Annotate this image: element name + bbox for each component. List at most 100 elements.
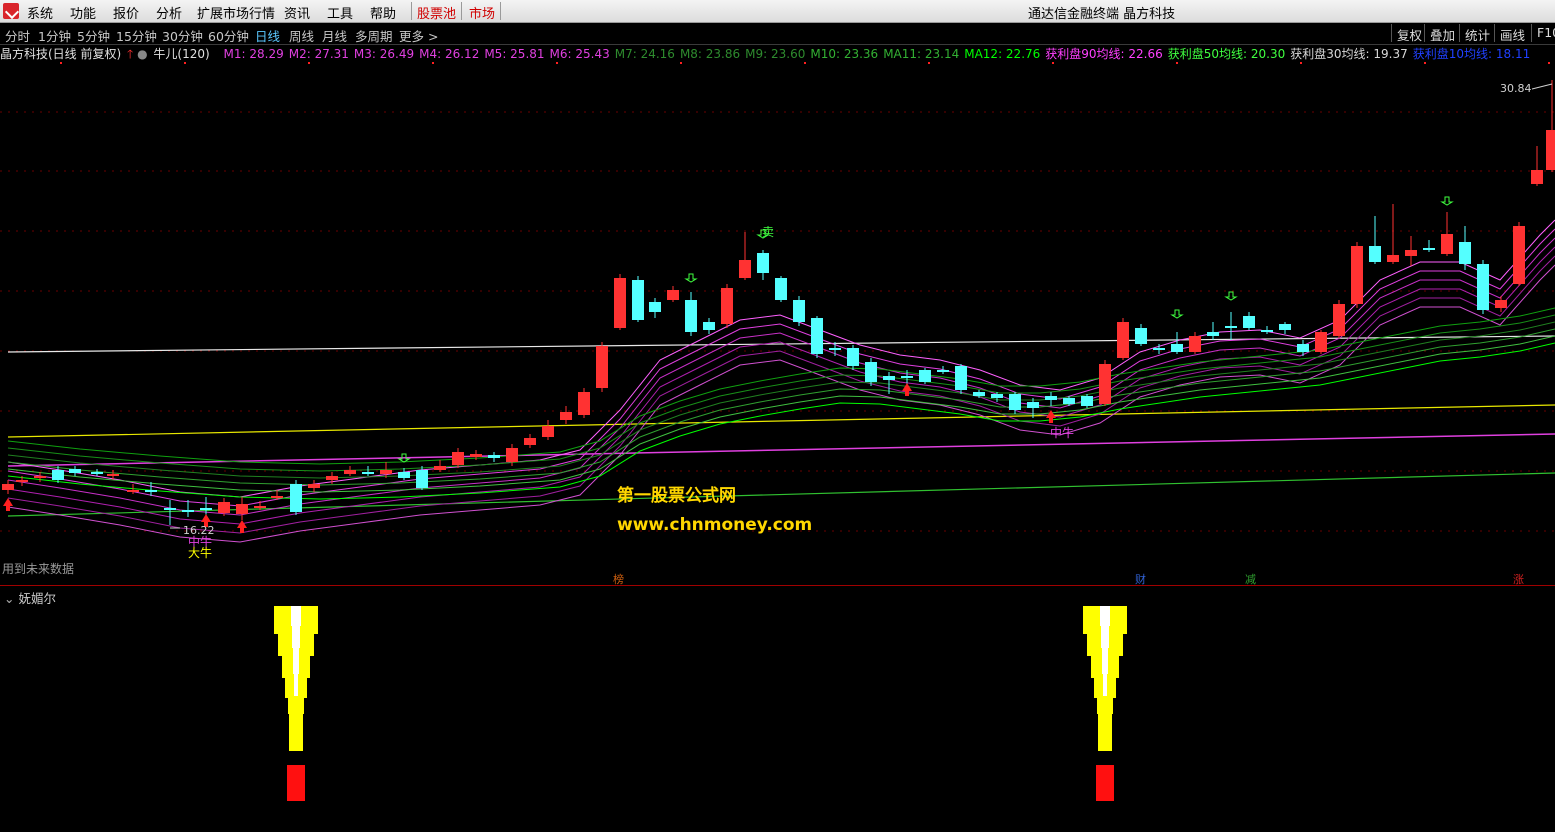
candle-body[interactable] bbox=[1546, 130, 1555, 170]
candle-body[interactable] bbox=[901, 376, 913, 378]
toggle-icon[interactable]: ● bbox=[137, 47, 147, 61]
period-15min[interactable]: 15分钟 bbox=[116, 26, 157, 45]
candle-body[interactable] bbox=[107, 474, 119, 476]
candle-body[interactable] bbox=[919, 370, 931, 382]
f10-button[interactable]: F10 bbox=[1531, 24, 1555, 42]
candle-body[interactable] bbox=[1459, 242, 1471, 264]
candle-body[interactable] bbox=[1063, 398, 1075, 404]
candle-body[interactable] bbox=[1477, 264, 1489, 310]
candle-body[interactable] bbox=[69, 469, 81, 473]
candle-body[interactable] bbox=[937, 370, 949, 372]
candle-body[interactable] bbox=[865, 362, 877, 382]
candle-body[interactable] bbox=[632, 280, 644, 320]
candle-body[interactable] bbox=[16, 480, 28, 482]
candle-body[interactable] bbox=[218, 502, 230, 513]
candle-body[interactable] bbox=[200, 508, 212, 510]
candle-body[interactable] bbox=[1225, 326, 1237, 328]
candle-body[interactable] bbox=[308, 484, 320, 488]
candle-body[interactable] bbox=[127, 490, 139, 492]
candle-body[interactable] bbox=[1387, 255, 1399, 262]
candle-body[interactable] bbox=[290, 484, 302, 512]
menu-system[interactable]: 系统 bbox=[27, 3, 53, 22]
period-30min[interactable]: 30分钟 bbox=[162, 26, 203, 45]
candle-body[interactable] bbox=[1405, 250, 1417, 256]
candle-body[interactable] bbox=[1441, 234, 1453, 254]
candle-body[interactable] bbox=[398, 472, 410, 478]
candle-body[interactable] bbox=[1297, 344, 1309, 352]
candle-body[interactable] bbox=[271, 496, 283, 498]
candle-body[interactable] bbox=[775, 278, 787, 300]
candle-body[interactable] bbox=[1153, 348, 1165, 350]
candle-body[interactable] bbox=[470, 454, 482, 457]
draw-line-button[interactable]: 画线 bbox=[1494, 24, 1530, 43]
sub-indicator-pane[interactable]: ⌄ 妩媚尔 bbox=[0, 586, 1555, 829]
candle-body[interactable] bbox=[254, 506, 266, 508]
candle-body[interactable] bbox=[883, 376, 895, 380]
candle-body[interactable] bbox=[416, 470, 428, 488]
candle-body[interactable] bbox=[542, 426, 554, 437]
menu-extended-market[interactable]: 扩展市场行情 bbox=[197, 3, 275, 22]
candle-body[interactable] bbox=[1513, 226, 1525, 284]
menu-info[interactable]: 资讯 bbox=[284, 3, 310, 22]
candle-body[interactable] bbox=[506, 448, 518, 462]
candle-body[interactable] bbox=[326, 476, 338, 480]
period-multi[interactable]: 多周期 bbox=[355, 26, 393, 45]
candle-body[interactable] bbox=[685, 300, 697, 332]
candle-body[interactable] bbox=[1279, 324, 1291, 330]
candle-body[interactable] bbox=[182, 510, 194, 512]
period-weekly[interactable]: 周线 bbox=[289, 26, 314, 45]
indicator-name[interactable]: 牛儿(120) bbox=[153, 47, 209, 61]
candle-body[interactable] bbox=[847, 348, 859, 366]
period-more[interactable]: 更多 > bbox=[399, 26, 438, 45]
candle-body[interactable] bbox=[1045, 396, 1057, 400]
menu-market[interactable]: 市场 bbox=[469, 3, 495, 22]
candle-body[interactable] bbox=[757, 253, 769, 273]
menu-tools[interactable]: 工具 bbox=[327, 3, 353, 22]
candle-body[interactable] bbox=[793, 300, 805, 322]
candle-body[interactable] bbox=[1261, 330, 1273, 332]
period-5min[interactable]: 5分钟 bbox=[77, 26, 110, 45]
candle-body[interactable] bbox=[1495, 300, 1507, 308]
candle-body[interactable] bbox=[1369, 246, 1381, 262]
candle-body[interactable] bbox=[434, 466, 446, 470]
overlay-button[interactable]: 叠加 bbox=[1424, 24, 1460, 43]
candle-body[interactable] bbox=[34, 476, 46, 478]
candle-body[interactable] bbox=[973, 392, 985, 396]
menu-stock-pool[interactable]: 股票池 bbox=[417, 3, 456, 22]
candle-body[interactable] bbox=[452, 452, 464, 465]
candle-body[interactable] bbox=[236, 504, 248, 514]
candle-body[interactable] bbox=[955, 366, 967, 390]
candle-body[interactable] bbox=[596, 346, 608, 388]
candle-body[interactable] bbox=[1117, 322, 1129, 358]
candlestick-chart[interactable]: 30.8416.22卖中牛中牛大牛 bbox=[0, 62, 1555, 585]
candle-body[interactable] bbox=[1081, 396, 1093, 406]
candle-body[interactable] bbox=[560, 412, 572, 420]
candle-body[interactable] bbox=[344, 470, 356, 474]
period-daily[interactable]: 日线 bbox=[255, 26, 280, 45]
candle-body[interactable] bbox=[667, 290, 679, 300]
candle-body[interactable] bbox=[2, 484, 14, 490]
candle-body[interactable] bbox=[721, 288, 733, 324]
candle-body[interactable] bbox=[991, 394, 1003, 398]
candle-body[interactable] bbox=[1315, 332, 1327, 352]
candle-body[interactable] bbox=[524, 438, 536, 445]
candle-body[interactable] bbox=[1189, 336, 1201, 352]
period-1min[interactable]: 1分钟 bbox=[38, 26, 71, 45]
candle-body[interactable] bbox=[1099, 364, 1111, 404]
candle-body[interactable] bbox=[1171, 344, 1183, 352]
candle-body[interactable] bbox=[52, 470, 64, 480]
candle-body[interactable] bbox=[1135, 328, 1147, 344]
menu-function[interactable]: 功能 bbox=[70, 3, 96, 22]
menu-help[interactable]: 帮助 bbox=[370, 3, 396, 22]
candle-body[interactable] bbox=[1423, 248, 1435, 250]
period-60min[interactable]: 60分钟 bbox=[208, 26, 249, 45]
candle-body[interactable] bbox=[614, 278, 626, 328]
candle-body[interactable] bbox=[145, 490, 157, 492]
candle-body[interactable] bbox=[829, 348, 841, 350]
candle-body[interactable] bbox=[1243, 316, 1255, 328]
candle-body[interactable] bbox=[1333, 304, 1345, 336]
period-intraday[interactable]: 分时 bbox=[5, 26, 30, 45]
candle-body[interactable] bbox=[811, 318, 823, 354]
menu-analysis[interactable]: 分析 bbox=[156, 3, 182, 22]
candle-body[interactable] bbox=[1531, 170, 1543, 184]
